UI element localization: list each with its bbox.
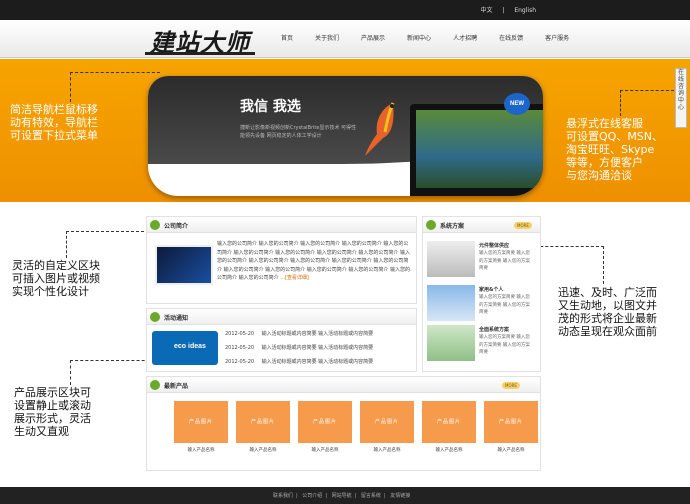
read-more-link[interactable]: ...[查看详细] [280,275,309,281]
footer-link[interactable]: 留言系统 [361,493,381,499]
lang-zh-link[interactable]: 中文 [480,7,492,14]
pointer-line [620,90,674,91]
top-bar: 中文 | English [0,0,690,20]
footer-link[interactable]: 联系我们 [273,493,293,499]
intro-box: 公司简介 输入您的公司简介 输入您的公司简介 输入您的公司简介 输入您的公司简介… [146,216,417,304]
footer: 联系我们 | 公司介绍 | 网站导航 | 留言系统 | 友情链接 [0,487,690,504]
nav-item-jobs[interactable]: 人才招聘 [453,33,477,42]
solution-more-button[interactable]: MORE [514,222,532,229]
note-nav: 简洁导航栏鼠标移 动有特效，导航栏 可设置下拉式菜单 [10,103,98,142]
intro-body: 输入您的公司简介 输入您的公司简介 输入您的公司简介 输入您的公司简介 输入您的… [217,241,410,281]
nav-item-products[interactable]: 产品展示 [361,33,385,42]
notice-text: 输入活动标题或内容简要 输入活动标题或内容简要 [261,331,374,337]
logo-underline [145,52,255,55]
intro-header: 公司简介 [147,217,416,233]
new-badge: NEW [504,93,530,115]
nav-item-service[interactable]: 客户服务 [545,33,569,42]
notice-text: 输入活动标题或内容简要 输入活动标题或内容简要 [261,345,374,351]
solution-image [427,325,475,361]
pointer-line [66,231,67,258]
footer-link[interactable]: 友情链接 [390,493,410,499]
footer-link[interactable]: 公司介绍 [302,493,322,499]
product-name[interactable]: 输入产品名称 [298,447,352,453]
product-image[interactable]: 产品图片 [174,401,228,443]
product-name[interactable]: 输入产品名称 [422,447,476,453]
solution-desc: 输入您的方案简要 输入您的方案简要 输入您的方案简要 [479,335,530,355]
nav-item-home[interactable]: 首页 [281,33,293,42]
product-name[interactable]: 输入产品名称 [174,447,228,453]
intro-image [155,245,213,285]
solution-box: 系统方案 MORE 元件整体供应 输入您的方案简要 输入您的方案简要 输入您的方… [422,216,541,372]
section-icon [150,312,160,322]
lang-separator: | [502,7,505,14]
pointer-line [70,72,71,102]
solution-item[interactable]: 元件整体供应 输入您的方案简要 输入您的方案简要 输入您的方案简要 [423,237,533,287]
footer-link[interactable]: 网站导航 [332,493,352,499]
intro-text: 输入您的公司简介 输入您的公司简介 输入您的公司简介 输入您的公司简介 输入您的… [217,240,412,283]
intro-title: 公司简介 [164,223,189,230]
solution-item[interactable]: 全面系统方案 输入您的方案简要 输入您的方案简要 输入您的方案简要 [423,321,533,371]
product-name[interactable]: 输入产品名称 [236,447,290,453]
pointer-line [70,360,71,385]
tv-monitor [410,104,543,196]
notice-row[interactable]: 2012-05-20 输入活动标题或内容简要 输入活动标题或内容简要 [225,358,373,365]
product-image[interactable]: 产品图片 [422,401,476,443]
section-icon [150,380,160,390]
note-news: 迅速、及时、广泛而 又生动地，以图文并 茂的形式将企业最新 动态呈现在观众面前 [558,286,657,338]
parrot-icon [365,102,395,156]
notice-date: 2012-05-20 [225,359,255,365]
notice-date: 2012-05-20 [225,345,255,351]
hero-slogan: 我信 我选 [240,99,301,115]
language-links: 中文 | English [476,5,540,14]
solution-name: 元件整体供应 [479,243,510,249]
notice-text: 输入活动标题或内容简要 输入活动标题或内容简要 [261,359,374,365]
notice-row[interactable]: 2012-05-20 输入活动标题或内容简要 输入活动标题或内容简要 [225,344,373,351]
notice-header: 活动通知 [147,309,416,325]
product-name[interactable]: 输入产品名称 [484,447,538,453]
notice-date: 2012-05-20 [225,331,255,337]
nav-item-about[interactable]: 关于我们 [315,33,339,42]
notice-box: 活动通知 eco ideas 2012-05-20 输入活动标题或内容简要 输入… [146,308,417,372]
product-image[interactable]: 产品图片 [236,401,290,443]
notice-image-text: eco ideas [174,343,206,350]
solution-desc: 输入您的方案简要 输入您的方案简要 输入您的方案简要 [479,295,530,315]
main-nav: 首页 关于我们 产品展示 新闻中心 人才招聘 在线反馈 客户服务 [270,33,580,42]
notice-row[interactable]: 2012-05-20 输入活动标题或内容简要 输入活动标题或内容简要 [225,330,373,337]
footer-links: 联系我们 | 公司介绍 | 网站导航 | 留言系统 | 友情链接 [273,493,411,499]
pointer-line [70,72,160,73]
solution-title: 系统方案 [440,223,465,230]
product-image[interactable]: 产品图片 [360,401,414,443]
note-products: 产品展示区块可 设置静止或滚动 展示形式，灵活 生动又直观 [14,386,91,438]
solution-name: 家用&个人 [479,287,504,293]
section-icon [150,220,160,230]
nav-item-feedback[interactable]: 在线反馈 [499,33,523,42]
note-custom-block: 灵活的自定义区块 可插入图片或视频 实现个性化设计 [12,259,100,298]
lang-en-link[interactable]: English [514,7,536,14]
hero-text: 捷新让影像新视频创新CrystalBrite显示技术 可得性能领先设备 网页稳定… [240,125,357,139]
pointer-line [620,90,621,116]
nav-item-news[interactable]: 新闻中心 [407,33,431,42]
main-content: 公司简介 输入您的公司简介 输入您的公司简介 输入您的公司简介 输入您的公司简介… [146,216,541,471]
product-name[interactable]: 输入产品名称 [360,447,414,453]
solution-header: 系统方案 MORE [423,217,540,233]
product-image[interactable]: 产品图片 [484,401,538,443]
tv-screen [416,110,543,188]
notice-title: 活动通知 [164,315,189,322]
note-float-service: 悬浮式在线客服 可设置QQ、MSN、 淘宝旺旺、Skype 等等，方便客户 与您… [566,117,664,182]
products-header: 最新产品 MORE [147,377,540,393]
hero-panel: 我信 我选 捷新让影像新视频创新CrystalBrite显示技术 可得性能领先设… [148,76,543,196]
solution-image [427,285,475,321]
pointer-line [66,231,154,232]
products-more-button[interactable]: MORE [502,382,520,389]
products-box: 最新产品 MORE 产品图片 输入产品名称 产品图片 输入产品名称 产品图片 输… [146,376,541,471]
products-title: 最新产品 [164,383,189,390]
product-image[interactable]: 产品图片 [298,401,352,443]
solution-name: 全面系统方案 [479,327,510,333]
notice-image: eco ideas [152,331,218,365]
solution-image [427,241,475,277]
online-service-float-button[interactable]: 在线咨询中心 [675,68,687,128]
solution-desc: 输入您的方案简要 输入您的方案简要 输入您的方案简要 [479,251,530,271]
section-icon [426,220,436,230]
pointer-line [603,246,604,284]
